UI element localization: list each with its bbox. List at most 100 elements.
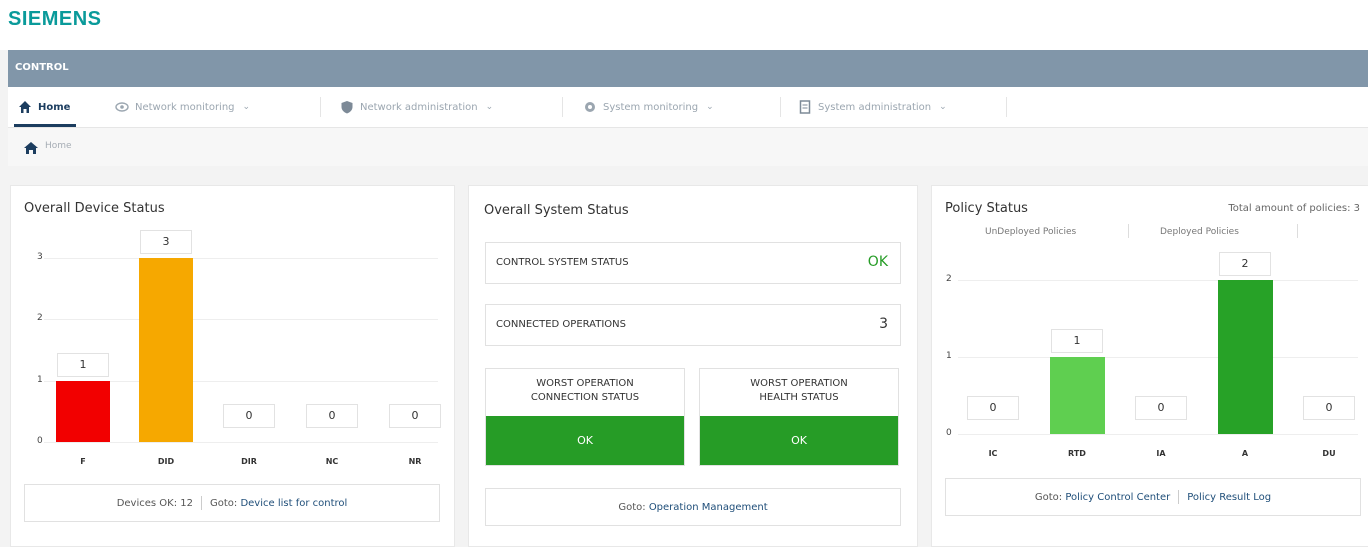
policy-total-text: Total amount of policies: 3	[1228, 203, 1360, 214]
connected-operations-value: 3	[879, 316, 888, 332]
app-title: CONTROL	[15, 62, 69, 73]
system-status-footer: Goto: Operation Management	[485, 488, 901, 526]
goto-label: Goto:	[1034, 491, 1063, 503]
footer-divider	[200, 496, 202, 510]
worst-health-status-value: OK	[700, 416, 898, 465]
gridline	[44, 319, 438, 320]
nav-home-label: Home	[38, 101, 71, 113]
nav-divider	[780, 97, 781, 117]
footer-divider	[1178, 490, 1180, 504]
gridline	[958, 280, 1358, 281]
legend-divider	[1128, 224, 1129, 238]
home-icon	[19, 101, 31, 113]
chevron-down-icon: ⌄	[242, 102, 251, 112]
goto-label: Goto:	[618, 501, 646, 513]
gridline	[958, 434, 1358, 435]
x-tick-label: NR	[408, 457, 422, 466]
x-tick-label: NC	[325, 457, 339, 466]
breadcrumb: Home	[8, 128, 1368, 166]
nav-divider	[320, 97, 321, 117]
nav-system-monitoring-label: System monitoring	[603, 101, 699, 113]
breadcrumb-home[interactable]: Home	[45, 141, 72, 151]
x-tick-label: DIR	[241, 457, 257, 466]
y-tick-label: 2	[946, 274, 952, 284]
data-label: 0	[1135, 396, 1187, 420]
data-label: 0	[306, 404, 358, 428]
nav-home[interactable]: Home	[13, 87, 77, 127]
y-tick-label: 0	[37, 436, 43, 446]
data-label: 3	[140, 230, 192, 254]
device-status-title: Overall Device Status	[24, 201, 165, 216]
x-tick-label: DU	[1322, 449, 1336, 458]
worst-health-status-label: WORST OPERATION HEALTH STATUS	[750, 378, 848, 403]
x-tick-label: RTD	[1068, 449, 1086, 458]
connected-operations-label: CONNECTED OPERATIONS	[496, 319, 627, 330]
y-tick-label: 1	[37, 375, 43, 385]
y-tick-label: 3	[37, 252, 43, 262]
y-tick-label: 1	[946, 351, 952, 361]
data-label: 1	[57, 353, 109, 377]
policy-control-center-link[interactable]: Policy Control Center	[1065, 492, 1170, 503]
chart-bar-f[interactable]	[56, 381, 110, 442]
system-status-title: Overall System Status	[484, 203, 629, 218]
policy-result-log-link[interactable]: Policy Result Log	[1187, 492, 1271, 503]
control-system-status-row: CONTROL SYSTEM STATUS OK	[485, 242, 901, 284]
nav-network-administration-label: Network administration	[360, 101, 478, 113]
goto-label: Goto:	[209, 497, 238, 509]
document-icon	[799, 100, 811, 114]
data-label: 0	[967, 396, 1019, 420]
data-label: 2	[1219, 252, 1271, 276]
gridline	[958, 357, 1358, 358]
chevron-down-icon: ⌄	[706, 102, 714, 112]
control-system-status-value: OK	[867, 254, 888, 270]
x-tick-label: A	[1241, 449, 1249, 458]
legend-undeployed[interactable]: UnDeployed Policies	[985, 227, 1076, 237]
y-tick-label: 2	[37, 313, 43, 323]
devices-ok-text: Devices OK: 12	[116, 497, 193, 509]
legend-divider	[1297, 224, 1298, 238]
nav-network-administration[interactable]: Network administration ⌄	[340, 87, 493, 127]
data-label: 0	[1303, 396, 1355, 420]
x-tick-label: F	[80, 457, 86, 466]
app-title-bar: CONTROL	[8, 50, 1368, 87]
shield-icon	[341, 101, 353, 114]
control-system-status-label: CONTROL SYSTEM STATUS	[496, 257, 629, 268]
y-tick-label: 0	[946, 428, 952, 438]
legend-deployed[interactable]: Deployed Policies	[1160, 227, 1239, 237]
home-icon[interactable]	[24, 142, 38, 154]
operation-management-link[interactable]: Operation Management	[649, 502, 768, 513]
siemens-logo: SIEMENS	[8, 8, 102, 30]
policy-status-footer: Goto: Policy Control Center Policy Resul…	[945, 478, 1361, 516]
brand-bar: SIEMENS	[0, 0, 1368, 50]
eye-icon	[115, 102, 129, 112]
chart-bar-rtd[interactable]	[1050, 357, 1105, 434]
nav-divider	[1006, 97, 1007, 117]
chart-bar-a[interactable]	[1218, 280, 1273, 434]
nav-network-monitoring-label: Network monitoring	[135, 101, 235, 113]
nav-system-administration-label: System administration	[818, 101, 932, 113]
chevron-down-icon: ⌄	[939, 102, 947, 112]
nav-system-monitoring[interactable]: System monitoring ⌄	[583, 87, 714, 127]
worst-connection-status-label: WORST OPERATION CONNECTION STATUS	[530, 378, 640, 403]
worst-connection-status-value: OK	[486, 416, 684, 465]
device-list-link[interactable]: Device list for control	[240, 498, 347, 509]
chevron-down-icon: ⌄	[485, 102, 494, 112]
main-nav: Home Network monitoring ⌄ Network admini…	[8, 87, 1368, 128]
data-label: 0	[223, 404, 275, 428]
chart-bar-did[interactable]	[139, 258, 193, 442]
data-label: 1	[1051, 329, 1103, 353]
device-status-footer: Devices OK: 12 Goto: Device list for con…	[24, 484, 440, 522]
gridline	[44, 258, 438, 259]
policy-status-title: Policy Status	[945, 201, 1028, 216]
x-tick-label: DID	[157, 457, 175, 466]
x-tick-label: IC	[988, 449, 998, 458]
gridline	[44, 442, 438, 443]
x-tick-label: IA	[1156, 449, 1166, 458]
nav-divider	[562, 97, 563, 117]
nav-system-administration[interactable]: System administration ⌄	[798, 87, 947, 127]
worst-connection-status-box: WORST OPERATION CONNECTION STATUS OK	[485, 368, 685, 466]
data-label: 0	[389, 404, 441, 428]
connected-operations-row: CONNECTED OPERATIONS 3	[485, 304, 901, 346]
gear-icon	[585, 102, 595, 112]
nav-network-monitoring[interactable]: Network monitoring ⌄	[115, 87, 250, 127]
